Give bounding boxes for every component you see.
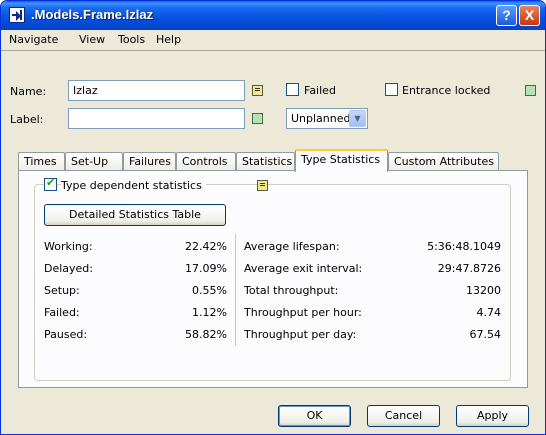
help-button[interactable]: ?: [496, 5, 517, 26]
stat-throughput-per-day-value: 67.54: [469, 328, 502, 341]
stat-setup-label: Setup:: [44, 284, 80, 297]
menu-help[interactable]: Help: [156, 33, 181, 46]
stat-paused-value: 58.82%: [185, 328, 227, 341]
tab-times[interactable]: Times: [18, 152, 65, 171]
stat-delayed-value: 17.09%: [185, 262, 227, 275]
detailed-statistics-table-button[interactable]: Detailed Statistics Table: [44, 204, 226, 226]
stat-delayed-label: Delayed:: [44, 262, 94, 275]
stat-failed-label: Failed:: [44, 306, 80, 319]
menu-bar: Navigate View Tools Help: [1, 30, 545, 50]
stat-throughput-per-hour-value: 4.74: [476, 306, 502, 319]
failed-label: Failed: [304, 84, 336, 97]
label-input[interactable]: [68, 108, 245, 129]
name-label: Name:: [10, 85, 47, 98]
stat-total-throughput-value: 13200: [466, 284, 501, 297]
label-inherit-icon[interactable]: [252, 113, 263, 124]
entrance-locked-label: Entrance locked: [402, 84, 491, 97]
stat-average-exit-interval-value: 29:47.8726: [437, 262, 501, 275]
stat-throughput-per-hour-label: Throughput per hour:: [244, 306, 362, 319]
stat-total-throughput-label: Total throughput:: [244, 284, 339, 297]
menu-tools[interactable]: Tools: [118, 33, 145, 46]
stats-divider: [235, 234, 236, 346]
stat-paused-label: Paused:: [44, 328, 88, 341]
label-label: Label:: [10, 113, 44, 126]
menu-separator: [1, 50, 545, 51]
tab-custom-attributes[interactable]: Custom Attributes: [388, 152, 499, 171]
type-dependent-label: Type dependent statistics: [61, 179, 206, 192]
frame-app-icon: [9, 7, 25, 23]
stat-throughput-per-day-label: Throughput per day:: [244, 328, 357, 341]
entrance-inherit-icon[interactable]: [525, 85, 536, 96]
stat-average-exit-interval-label: Average exit interval:: [244, 262, 363, 275]
chevron-down-icon[interactable]: ▼: [349, 110, 366, 127]
name-inherit-icon[interactable]: [252, 85, 263, 96]
stat-setup-value: 0.55%: [192, 284, 227, 297]
type-stats-inherit-icon[interactable]: [257, 180, 268, 191]
stat-failed-value: 1.12%: [192, 306, 227, 319]
failed-checkbox[interactable]: [286, 83, 299, 96]
cancel-button[interactable]: Cancel: [367, 405, 440, 427]
menu-navigate[interactable]: Navigate: [9, 33, 58, 46]
state-select-value: Unplanned: [291, 112, 351, 125]
title-bar[interactable]: .Models.Frame.Izlaz ? X: [1, 1, 545, 30]
tab-failures[interactable]: Failures: [123, 152, 176, 171]
tab-statistics[interactable]: Statistics: [236, 152, 295, 171]
stat-average-lifespan-value: 5:36:48.1049: [427, 240, 501, 253]
tab-controls[interactable]: Controls: [176, 152, 236, 171]
apply-button[interactable]: Apply: [456, 405, 529, 427]
type-dependent-checkbox[interactable]: [44, 176, 57, 191]
state-select[interactable]: Unplanned ▼: [286, 108, 368, 129]
ok-button[interactable]: OK: [278, 405, 351, 427]
stat-working-value: 22.42%: [185, 240, 227, 253]
dialog-window: .Models.Frame.Izlaz ? X Navigate View To…: [0, 0, 546, 435]
name-input[interactable]: Izlaz: [68, 80, 245, 101]
close-button[interactable]: X: [519, 5, 540, 26]
stat-working-label: Working:: [44, 240, 93, 253]
window-title: .Models.Frame.Izlaz: [31, 7, 154, 22]
menu-view[interactable]: View: [79, 33, 105, 46]
stat-average-lifespan-label: Average lifespan:: [244, 240, 340, 253]
entrance-locked-checkbox[interactable]: [385, 83, 398, 96]
tab-set-up[interactable]: Set-Up: [65, 152, 123, 171]
tab-type-statistics[interactable]: Type Statistics: [295, 149, 388, 172]
